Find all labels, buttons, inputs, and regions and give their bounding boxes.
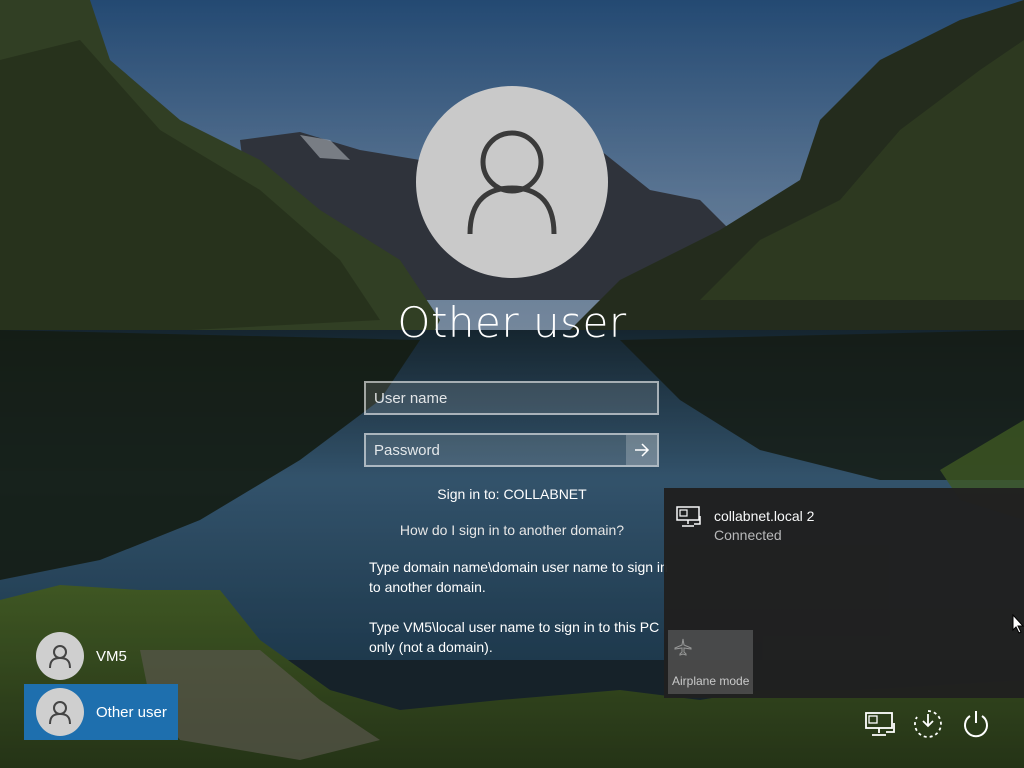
user-tile-vm5[interactable]: VM5 [24, 628, 178, 684]
user-name: Other user [96, 703, 167, 721]
network-flyout: collabnet.local 2 Connected Airplane mod… [664, 488, 1024, 698]
other-domain-link[interactable]: How do I sign in to another domain? [312, 522, 712, 538]
user-avatar [416, 86, 608, 278]
arrow-right-icon [634, 443, 649, 457]
username-input[interactable] [366, 383, 657, 413]
network-item[interactable]: collabnet.local 2 Connected [664, 488, 1024, 548]
network-status: Connected [714, 527, 782, 543]
password-field-frame [364, 433, 659, 467]
page-title: Other user [397, 298, 627, 347]
username-field-frame [364, 381, 659, 415]
person-icon [49, 701, 71, 725]
person-icon [467, 130, 557, 235]
password-input[interactable] [366, 435, 628, 465]
submit-button[interactable] [626, 435, 657, 465]
ethernet-icon [676, 506, 702, 533]
mouse-cursor-icon [1012, 614, 1024, 634]
network-icon [865, 712, 895, 736]
user-tile-other-user[interactable]: Other user [24, 684, 178, 740]
airplane-icon [674, 638, 692, 661]
sign-in-domain-label: Sign in to: COLLABNET [437, 486, 587, 502]
user-avatar [36, 688, 84, 736]
network-name: collabnet.local 2 [714, 508, 815, 524]
power-icon [964, 711, 988, 738]
ease-of-access-button[interactable] [908, 704, 948, 744]
power-button[interactable] [956, 704, 996, 744]
local-help-text: Type VM5\local user name to sign in to t… [369, 619, 660, 655]
user-name: VM5 [96, 647, 127, 665]
domain-help-text: Type domain name\domain user name to sig… [369, 559, 668, 595]
person-icon [49, 645, 71, 669]
ease-of-access-icon [914, 710, 942, 738]
network-button[interactable] [860, 704, 900, 744]
airplane-mode-label: Airplane mode [672, 674, 750, 688]
airplane-mode-toggle[interactable]: Airplane mode [668, 630, 753, 694]
user-avatar [36, 632, 84, 680]
